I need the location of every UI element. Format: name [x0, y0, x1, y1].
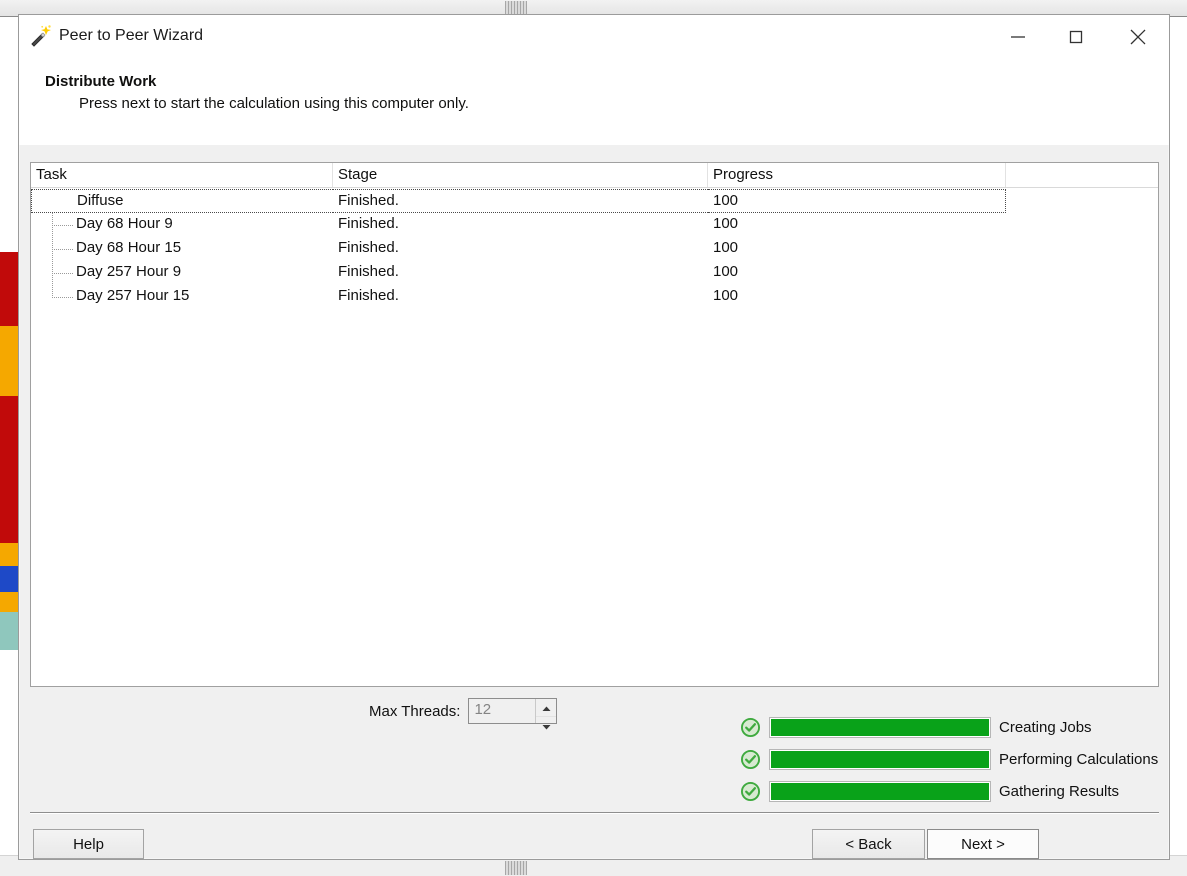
stage-progress-row: Performing Calculations	[741, 743, 1158, 775]
progress-bar	[769, 716, 991, 738]
chevron-up-icon	[542, 699, 551, 716]
background-strip	[0, 612, 18, 650]
close-button[interactable]	[1115, 15, 1161, 59]
table-row[interactable]: Day 68 Hour 15 Finished. 100	[31, 237, 1158, 261]
cell-task: Day 68 Hour 15	[31, 237, 333, 261]
background-strip	[0, 396, 18, 543]
wizard-window: Peer to Peer Wizard Distribute Work Pres…	[18, 14, 1170, 860]
stage-progress-panel: Creating Jobs Performing Calculations Gath…	[741, 711, 1158, 807]
tree-connector-horizontal	[52, 225, 74, 226]
table-row[interactable]: Day 68 Hour 9 Finished. 100	[31, 213, 1158, 237]
column-header-stage[interactable]: Stage	[333, 163, 708, 187]
cell-task: Day 257 Hour 9	[31, 261, 333, 285]
max-threads-stepper[interactable]: 12	[468, 698, 558, 730]
table-row[interactable]: Day 257 Hour 15 Finished. 100	[31, 285, 1158, 309]
cell-progress: 100	[713, 215, 739, 232]
progress-bar-fill	[771, 782, 989, 800]
next-button[interactable]: Next >	[927, 829, 1039, 859]
background-strip	[0, 566, 18, 592]
max-threads-arrows	[535, 699, 557, 730]
maximize-button[interactable]	[1053, 15, 1099, 59]
minimize-icon	[995, 26, 1041, 48]
check-circle-icon	[741, 781, 760, 801]
chevron-down-icon	[542, 717, 551, 734]
title-bar: Peer to Peer Wizard	[19, 15, 1169, 59]
list-body: Diffuse Finished. 100 Day 68 Hour 9 Finished…	[31, 188, 1158, 309]
background-scroll-nub-top	[505, 1, 527, 15]
cell-task: Day 68 Hour 9	[31, 213, 333, 237]
stage-label: Gathering Results	[999, 782, 1120, 800]
progress-bar	[769, 748, 991, 770]
background-strip	[0, 252, 18, 326]
progress-bar-fill	[771, 718, 989, 736]
magic-wand-icon	[29, 24, 53, 48]
max-threads-input[interactable]: 12	[469, 699, 535, 723]
cell-task: Day 257 Hour 15	[31, 285, 333, 309]
cell-stage: Finished.	[338, 263, 399, 280]
tree-connector-horizontal	[52, 249, 74, 250]
background-strip	[0, 326, 18, 396]
column-header-task[interactable]: Task	[31, 163, 333, 187]
background-scroll-nub-bottom	[505, 861, 527, 875]
minimize-button[interactable]	[995, 15, 1041, 59]
cell-stage: Finished.	[333, 189, 708, 213]
stage-progress-row: Creating Jobs	[741, 711, 1158, 743]
cell-progress: 100	[713, 239, 739, 256]
back-button[interactable]: < Back	[812, 829, 925, 859]
task-list-view[interactable]: Task Stage Progress Diffuse Finished. 100 D…	[30, 162, 1159, 687]
stage-label: Performing Calculations	[999, 750, 1159, 768]
footer-separator	[30, 812, 1159, 814]
table-row[interactable]: Day 257 Hour 9 Finished. 100	[31, 261, 1158, 285]
check-circle-icon	[741, 749, 760, 769]
tree-connector-horizontal	[52, 297, 74, 298]
window-title: Peer to Peer Wizard	[59, 27, 204, 44]
progress-bar	[769, 780, 991, 802]
help-button[interactable]: Help	[33, 829, 144, 859]
table-row[interactable]: Diffuse Finished. 100	[31, 189, 1158, 213]
task-name-label: Day 68 Hour 9	[76, 215, 173, 232]
check-circle-icon	[741, 717, 760, 737]
task-name-label: Day 68 Hour 15	[76, 239, 182, 256]
cell-progress: 100	[713, 287, 739, 304]
cell-progress: 100	[708, 189, 1006, 213]
stepper-down-button[interactable]	[536, 717, 556, 734]
cell-progress: 100	[713, 263, 739, 280]
column-header-progress[interactable]: Progress	[708, 163, 1006, 187]
close-icon	[1115, 25, 1161, 49]
progress-bar-fill	[771, 750, 989, 768]
list-column-headers: Task Stage Progress	[31, 163, 1158, 188]
column-header-spare	[1006, 163, 1158, 187]
task-name-label: Diffuse	[77, 192, 124, 209]
task-name-label: Day 257 Hour 9	[76, 263, 182, 280]
tree-connector-vertical	[52, 285, 53, 297]
page-subtitle: Press next to start the calculation usin…	[79, 95, 469, 112]
maximize-icon	[1053, 26, 1099, 48]
max-threads-control: Max Threads: 12	[369, 698, 558, 730]
background-strip	[0, 543, 18, 566]
cell-task: Diffuse	[31, 189, 333, 213]
cell-stage: Finished.	[338, 215, 399, 232]
tree-connector-horizontal	[52, 273, 74, 274]
stage-progress-row: Gathering Results	[741, 775, 1158, 807]
page-title: Distribute Work	[45, 73, 157, 90]
background-strip	[0, 592, 18, 612]
window-header-area: Peer to Peer Wizard Distribute Work Pres…	[19, 15, 1169, 145]
cell-stage: Finished.	[338, 239, 399, 256]
max-threads-label: Max Threads:	[369, 702, 461, 720]
stage-label: Creating Jobs	[999, 718, 1092, 736]
stepper-up-button[interactable]	[536, 699, 557, 717]
cell-stage: Finished.	[338, 287, 399, 304]
task-name-label: Day 257 Hour 15	[76, 287, 190, 304]
